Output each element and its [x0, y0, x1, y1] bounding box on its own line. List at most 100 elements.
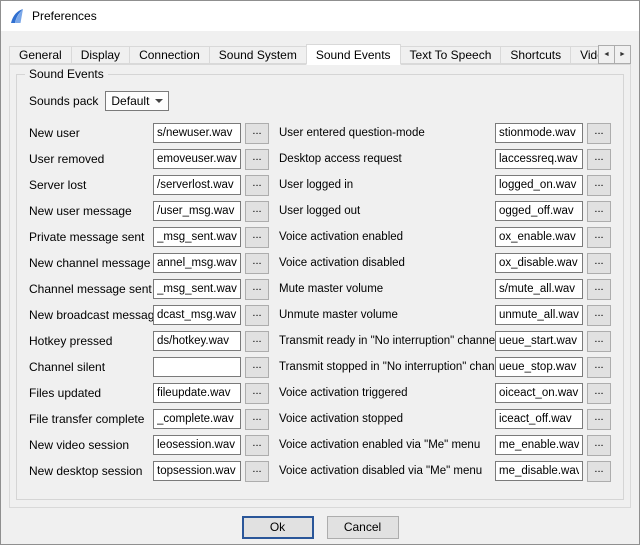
sound-file-input[interactable]: [153, 331, 241, 351]
sound-file-input[interactable]: [153, 435, 241, 455]
sound-event-label: Server lost: [29, 178, 153, 192]
browse-button[interactable]: ...: [245, 227, 269, 248]
sound-file-input[interactable]: [495, 279, 583, 299]
tab-shortcuts[interactable]: Shortcuts: [500, 46, 571, 64]
browse-button[interactable]: ...: [587, 435, 611, 456]
browse-button[interactable]: ...: [587, 409, 611, 430]
sound-file-input[interactable]: [153, 357, 241, 377]
sound-event-row: User removed...: [29, 146, 269, 172]
sound-event-row: New channel message...: [29, 250, 269, 276]
tab-text-to-speech[interactable]: Text To Speech: [400, 46, 502, 64]
sound-event-label: Files updated: [29, 386, 153, 400]
browse-button[interactable]: ...: [245, 357, 269, 378]
sound-file-input[interactable]: [495, 175, 583, 195]
tab-scroll-left-button[interactable]: ◄: [598, 45, 615, 64]
sound-file-input[interactable]: [153, 305, 241, 325]
sound-event-label: Private message sent: [29, 230, 153, 244]
sound-file-input[interactable]: [153, 409, 241, 429]
browse-button[interactable]: ...: [587, 383, 611, 404]
preferences-dialog: Preferences GeneralDisplayConnectionSoun…: [0, 0, 640, 545]
sound-events-column-right: User entered question-mode...Desktop acc…: [279, 120, 611, 484]
browse-button[interactable]: ...: [587, 201, 611, 222]
sound-file-input[interactable]: [153, 175, 241, 195]
sound-event-label: Hotkey pressed: [29, 334, 153, 348]
browse-button[interactable]: ...: [245, 123, 269, 144]
browse-button[interactable]: ...: [587, 149, 611, 170]
sound-event-label: Channel message sent: [29, 282, 153, 296]
sound-event-row: User logged out...: [279, 198, 611, 224]
tab-display[interactable]: Display: [71, 46, 130, 64]
sound-event-label: File transfer complete: [29, 412, 153, 426]
sound-event-label: Voice activation triggered: [279, 387, 495, 399]
browse-button[interactable]: ...: [587, 331, 611, 352]
sound-event-label: New desktop session: [29, 464, 153, 478]
tab-page-sound-events: Sound Events Sounds pack Default New use…: [9, 64, 631, 508]
window-title: Preferences: [32, 9, 97, 23]
tab-connection[interactable]: Connection: [129, 46, 210, 64]
sound-file-input[interactable]: [495, 383, 583, 403]
sound-file-input[interactable]: [153, 201, 241, 221]
browse-button[interactable]: ...: [245, 305, 269, 326]
sound-file-input[interactable]: [495, 435, 583, 455]
browse-button[interactable]: ...: [245, 409, 269, 430]
sound-event-label: Unmute master volume: [279, 309, 495, 321]
sound-events-groupbox: Sound Events Sounds pack Default New use…: [16, 74, 624, 500]
sound-file-input[interactable]: [153, 149, 241, 169]
sound-event-row: Files updated...: [29, 380, 269, 406]
tab-sound-events[interactable]: Sound Events: [306, 44, 401, 65]
sound-event-label: New broadcast message: [29, 308, 153, 322]
ok-button[interactable]: Ok: [242, 516, 314, 539]
sound-file-input[interactable]: [495, 461, 583, 481]
tab-scroll-right-button[interactable]: ►: [614, 45, 631, 64]
sound-file-input[interactable]: [153, 123, 241, 143]
sound-file-input[interactable]: [495, 201, 583, 221]
sound-file-input[interactable]: [153, 461, 241, 481]
browse-button[interactable]: ...: [587, 123, 611, 144]
cancel-button[interactable]: Cancel: [327, 516, 399, 539]
sound-file-input[interactable]: [153, 279, 241, 299]
browse-button[interactable]: ...: [587, 461, 611, 482]
sound-file-input[interactable]: [495, 331, 583, 351]
browse-button[interactable]: ...: [587, 175, 611, 196]
sound-event-label: New user: [29, 126, 153, 140]
tab-list: GeneralDisplayConnectionSound SystemSoun…: [9, 44, 631, 64]
browse-button[interactable]: ...: [245, 149, 269, 170]
sound-event-row: New user message...: [29, 198, 269, 224]
browse-button[interactable]: ...: [245, 279, 269, 300]
sound-file-input[interactable]: [153, 383, 241, 403]
browse-button[interactable]: ...: [587, 305, 611, 326]
sound-event-label: Mute master volume: [279, 283, 495, 295]
tab-general[interactable]: General: [9, 46, 72, 64]
browse-button[interactable]: ...: [587, 253, 611, 274]
sound-event-label: New user message: [29, 204, 153, 218]
sound-event-row: User entered question-mode...: [279, 120, 611, 146]
tab-scroll-control: ◄ ►: [598, 45, 631, 64]
sound-file-input[interactable]: [495, 227, 583, 247]
tab-sound-system[interactable]: Sound System: [209, 46, 307, 64]
browse-button[interactable]: ...: [245, 253, 269, 274]
sound-events-column-left: New user...User removed...Server lost...…: [29, 120, 269, 484]
sound-event-label: Voice activation disabled via "Me" menu: [279, 465, 495, 477]
sound-event-row: File transfer complete...: [29, 406, 269, 432]
browse-button[interactable]: ...: [245, 175, 269, 196]
sound-event-label: User removed: [29, 152, 153, 166]
browse-button[interactable]: ...: [587, 357, 611, 378]
sound-file-input[interactable]: [495, 149, 583, 169]
sound-file-input[interactable]: [495, 253, 583, 273]
browse-button[interactable]: ...: [245, 201, 269, 222]
sound-file-input[interactable]: [495, 305, 583, 325]
sound-file-input[interactable]: [153, 253, 241, 273]
sounds-pack-select[interactable]: Default: [105, 91, 169, 111]
browse-button[interactable]: ...: [587, 279, 611, 300]
browse-button[interactable]: ...: [245, 331, 269, 352]
sound-file-input[interactable]: [495, 357, 583, 377]
sound-event-label: Transmit stopped in "No interruption" ch…: [279, 361, 495, 373]
browse-button[interactable]: ...: [245, 435, 269, 456]
sound-file-input[interactable]: [495, 409, 583, 429]
sound-file-input[interactable]: [495, 123, 583, 143]
sound-event-label: Voice activation disabled: [279, 257, 495, 269]
browse-button[interactable]: ...: [245, 461, 269, 482]
browse-button[interactable]: ...: [587, 227, 611, 248]
sound-file-input[interactable]: [153, 227, 241, 247]
browse-button[interactable]: ...: [245, 383, 269, 404]
